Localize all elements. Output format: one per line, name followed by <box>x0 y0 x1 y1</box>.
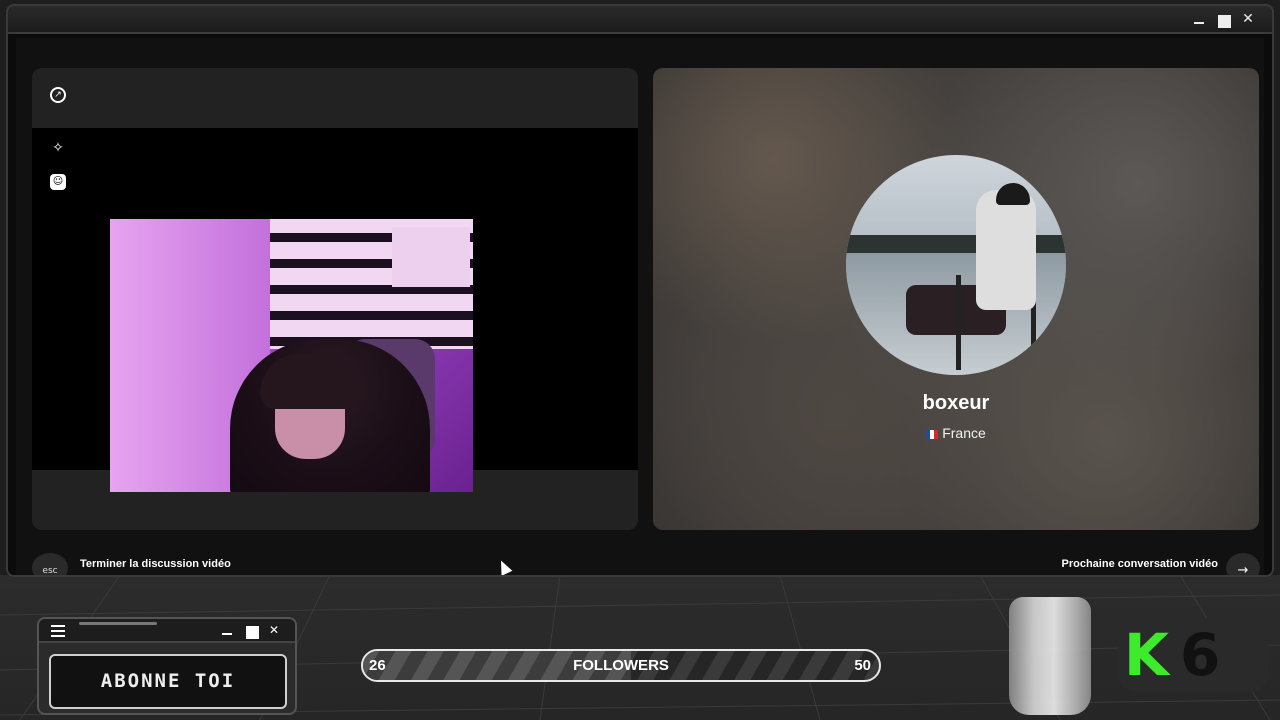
glass-icon <box>1009 597 1091 715</box>
widget-titlebar: ✕ <box>39 619 295 643</box>
remote-user-panel: boxeur France <box>653 68 1259 530</box>
local-video-area <box>32 128 638 492</box>
remote-country: France <box>653 425 1259 441</box>
k6-logo: K 6 <box>1118 618 1268 692</box>
expand-icon[interactable]: ↗ <box>50 87 66 103</box>
arrow-right-icon[interactable]: → <box>1226 553 1260 575</box>
mouse-cursor-icon <box>495 558 513 575</box>
esc-key-badge[interactable]: esc <box>32 553 68 575</box>
window-minimize-button[interactable] <box>1191 11 1207 27</box>
next-video-chat-button[interactable]: Prochaine conversation vidéo <box>1062 558 1219 570</box>
window-titlebar: ✕ <box>8 6 1272 34</box>
widget-close-button[interactable]: ✕ <box>267 623 281 637</box>
local-video-panel: ↗ ✧ ☺ <box>32 68 638 530</box>
flag-canton <box>392 227 470 287</box>
video-chat-app: ↗ ✧ ☺ boxeur France esc Terminer la disc… <box>16 38 1264 575</box>
widget-minimize-button[interactable] <box>220 623 234 637</box>
main-window: ✕ ↗ ✧ ☺ boxeur France esc Terminer la di… <box>6 4 1274 577</box>
end-video-chat-button[interactable]: Terminer la discussion vidéo <box>80 558 231 570</box>
followers-label: FOLLOWERS <box>573 657 669 674</box>
france-flag-icon <box>926 429 939 439</box>
subscribe-widget: ✕ ABONNE TOI <box>37 617 297 715</box>
mask-icon[interactable]: ☺ <box>50 174 66 190</box>
followers-goal-bar: 26 FOLLOWERS 50 <box>361 649 881 682</box>
magic-wand-icon[interactable]: ✧ <box>50 140 66 156</box>
subscribe-banner: ABONNE TOI <box>49 654 287 709</box>
avatar <box>846 155 1066 375</box>
hamburger-menu-icon[interactable] <box>51 625 65 637</box>
window-maximize-button[interactable] <box>1216 11 1232 28</box>
window-close-button[interactable]: ✕ <box>1240 11 1256 27</box>
webcam-feed <box>110 219 473 492</box>
remote-username: boxeur <box>922 392 990 414</box>
avatar-cap <box>996 183 1030 205</box>
logo-letter: K <box>1124 621 1169 689</box>
streamer-hair <box>260 354 360 409</box>
widget-maximize-button[interactable] <box>244 623 259 639</box>
avatar-person <box>976 190 1036 310</box>
flag-stripe <box>270 311 473 320</box>
followers-goal-count: 50 <box>854 657 871 674</box>
logo-digit: 6 <box>1180 621 1221 689</box>
country-label: France <box>942 425 986 441</box>
widget-scrollbar[interactable] <box>79 622 157 625</box>
